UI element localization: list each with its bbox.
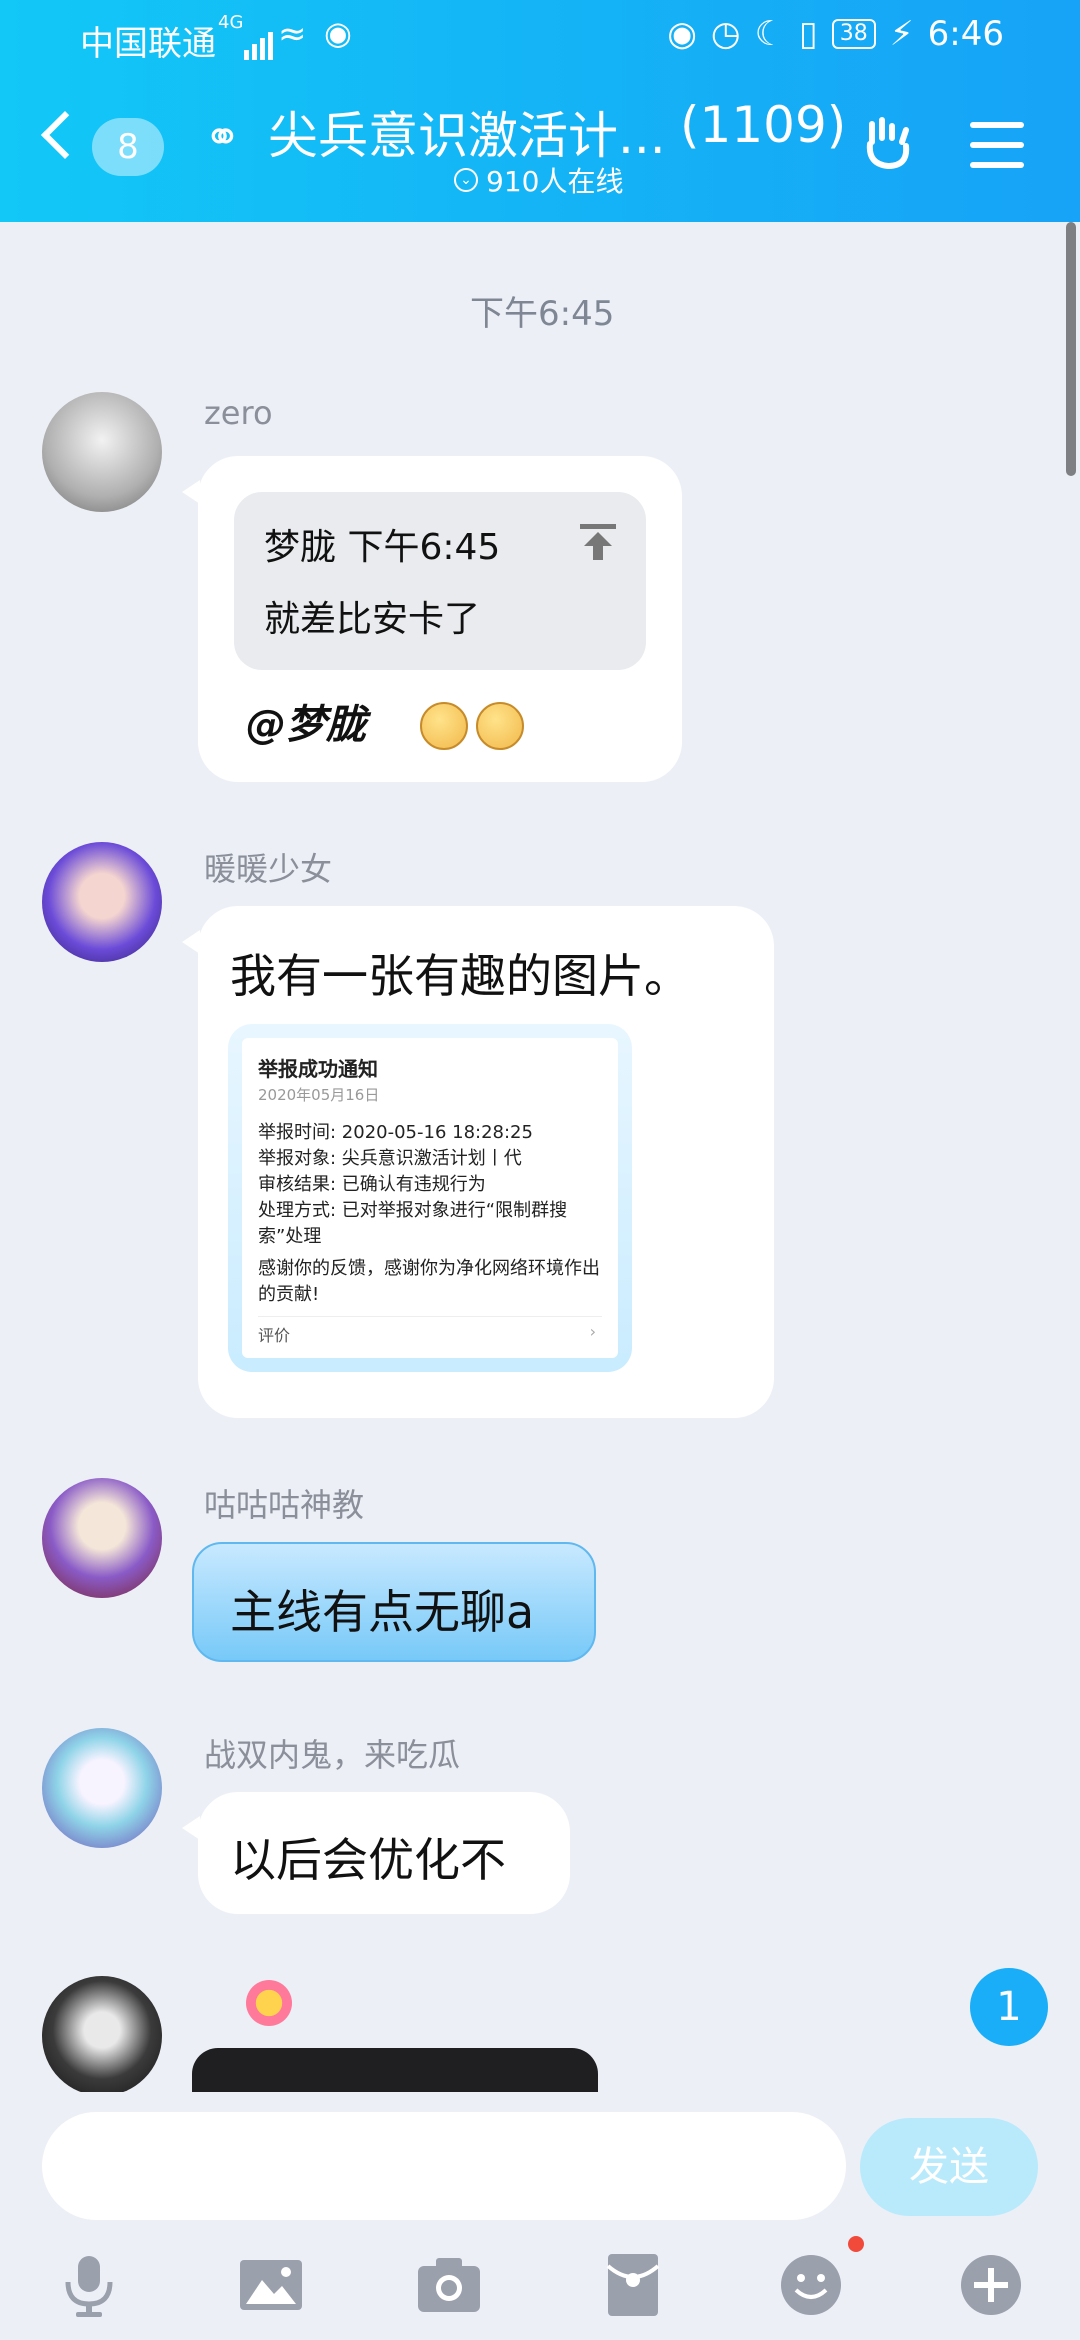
message-bubble[interactable]: 以后会优化不	[182, 1792, 570, 1914]
charging-icon: ⚡	[889, 14, 914, 54]
quote-author: 梦胧	[264, 527, 337, 568]
eye-icon: ◉	[667, 14, 697, 54]
image-line: 处理方式: 已对举报对象进行“限制群搜索”处理	[258, 1200, 568, 1247]
image-line: 举报时间: 2020-05-16 18:28:25	[258, 1122, 533, 1143]
message-text: 主线有点无聊a	[230, 1585, 535, 1639]
sender-name: 暖暖少女	[204, 850, 333, 888]
avatar[interactable]	[42, 392, 162, 512]
scrollbar[interactable]	[1066, 222, 1076, 476]
hand-gesture-icon[interactable]	[858, 112, 920, 174]
avatar[interactable]	[42, 1478, 162, 1598]
message-text: 以后会优化不	[230, 1833, 506, 1887]
image-attachment[interactable]: 举报成功通知 2020年05月16日 举报时间: 2020-05-16 18:2…	[228, 1024, 632, 1372]
plus-icon[interactable]	[956, 2250, 1026, 2320]
member-count[interactable]: (1109)	[680, 96, 846, 154]
mention-text[interactable]: @梦胧	[246, 692, 366, 750]
image-footer: 评价	[258, 1316, 602, 1349]
sender-name: 咕咕咕神教	[204, 1486, 365, 1524]
image-line: 举报对象: 尖兵意识激活计划丨代	[258, 1148, 522, 1169]
chevron-down-icon: ⌄	[454, 168, 478, 192]
report-notice-image: 举报成功通知 2020年05月16日 举报时间: 2020-05-16 18:2…	[242, 1038, 618, 1358]
sly-smile-emoji-icon	[476, 702, 524, 750]
image-icon[interactable]	[236, 2250, 306, 2320]
wechat-icon: ◉	[324, 14, 352, 52]
quoted-message[interactable]: 梦胧 下午6:45 就差比安卡了	[234, 492, 646, 670]
message-input[interactable]	[42, 2112, 846, 2220]
avatar[interactable]	[42, 842, 162, 962]
image-title: 举报成功通知	[258, 1057, 378, 1081]
toolbar	[0, 2240, 1080, 2340]
online-count: 910人在线	[486, 165, 624, 198]
moon-icon: ☾	[754, 14, 786, 54]
battery-icon: 38	[831, 19, 876, 49]
emoji-icon[interactable]	[776, 2250, 846, 2320]
carrier-label: 中国联通	[80, 24, 216, 64]
sly-smile-emoji-icon	[420, 702, 468, 750]
avatar[interactable]	[42, 1728, 162, 1848]
message-bubble[interactable]: 主线有点无聊a	[192, 1542, 596, 1662]
alarm-icon: ◷	[710, 14, 741, 54]
quote-time: 下午6:45	[347, 527, 501, 568]
sender-name: 战双内鬼，来吃瓜	[204, 1736, 461, 1774]
image-date: 2020年05月16日	[258, 1086, 380, 1104]
group-title[interactable]: 尖兵意识激活计...	[268, 96, 666, 168]
ear-icon[interactable]: ⚭	[204, 112, 241, 163]
message-text: 我有一张有趣的图片。	[230, 949, 690, 1003]
sender-name: zero	[204, 394, 273, 432]
wifi-icon: ≈	[278, 14, 307, 54]
message-timestamp: 下午6:45	[470, 294, 615, 334]
online-status[interactable]: ⌄ 910人在线	[454, 160, 623, 200]
chat-header: 中国联通 4G ≈ ◉ ◉ ◷ ☾ ▯ 38 ⚡ 6:46 8 ⚭ 尖兵意识激活…	[0, 0, 1080, 222]
vibrate-icon: ▯	[799, 14, 818, 54]
signal-icon	[244, 20, 276, 60]
camera-icon[interactable]	[414, 2250, 484, 2320]
quote-header: 梦胧 下午6:45	[264, 518, 616, 570]
unread-count-badge[interactable]: 8	[92, 118, 164, 176]
status-bar: 中国联通 4G ≈ ◉ ◉ ◷ ☾ ▯ 38 ⚡ 6:46	[0, 0, 1080, 72]
network-type: 4G	[218, 12, 244, 33]
message-bubble[interactable]: 梦胧 下午6:45 就差比安卡了 @梦胧	[182, 456, 682, 782]
jump-to-top-icon[interactable]	[578, 522, 618, 562]
quote-text: 就差比安卡了	[264, 599, 481, 640]
image-line: 审核结果: 已确认有违规行为	[258, 1174, 486, 1195]
flower-emoji-icon	[246, 1980, 292, 2026]
notification-dot	[848, 2236, 864, 2252]
image-thanks: 感谢你的反馈，感谢你为净化网络环境作出的贡献!	[258, 1258, 600, 1305]
red-packet-icon[interactable]	[598, 2250, 668, 2320]
back-arrow-icon[interactable]	[40, 110, 90, 160]
send-button[interactable]: 发送	[860, 2118, 1038, 2216]
avatar[interactable]	[42, 1976, 162, 2096]
new-message-badge[interactable]: 1	[970, 1968, 1048, 2046]
message-bubble[interactable]: 我有一张有趣的图片。 举报成功通知 2020年05月16日 举报时间: 2020…	[182, 906, 774, 1418]
menu-icon[interactable]	[970, 122, 1024, 182]
microphone-icon[interactable]	[54, 2250, 124, 2320]
clock: 6:46	[927, 14, 1004, 54]
